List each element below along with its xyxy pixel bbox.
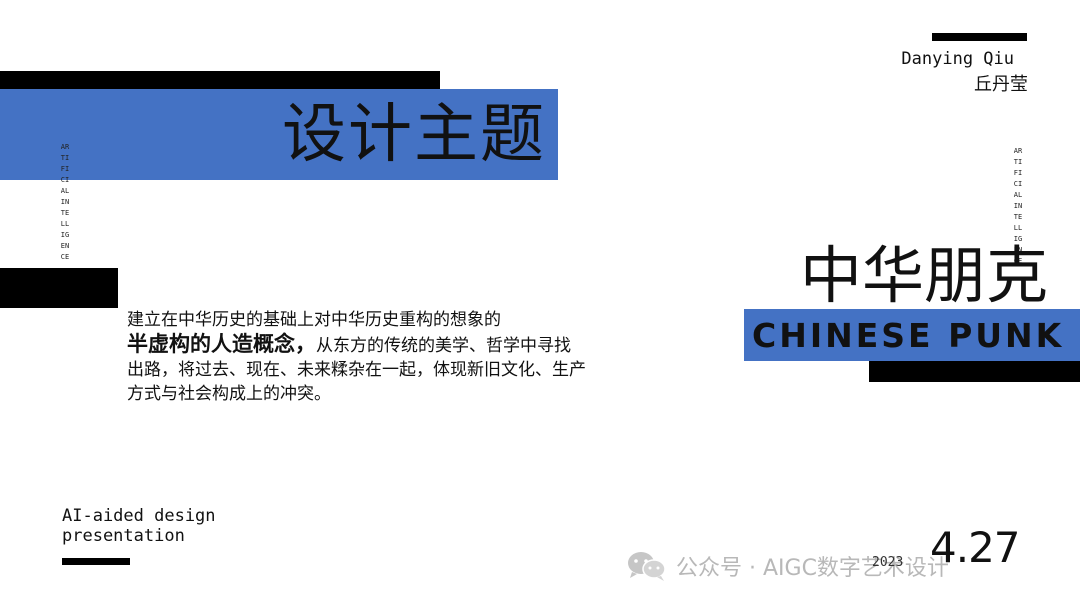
date-label: 4.27 xyxy=(930,523,1021,572)
ai-aided-label: AI-aided design xyxy=(62,506,216,526)
body-line1: 建立在中华历史的基础上对中华历史重构的想象的 xyxy=(127,310,501,330)
presentation-label: presentation xyxy=(62,526,185,546)
author-bar xyxy=(932,33,1027,41)
chinese-punk-title-cn: 中华朋克 xyxy=(800,239,1049,312)
right-black-bar xyxy=(869,361,1080,382)
year-label: 2023 xyxy=(872,555,904,570)
body-bold-phrase: 半虚构的人造概念， xyxy=(127,332,316,356)
author-name-cn: 丘丹莹 xyxy=(974,74,1028,95)
left-black-block xyxy=(0,268,118,308)
author-name-en: Danying Qiu xyxy=(901,49,1014,69)
bottom-left-bar xyxy=(62,558,130,565)
main-title: 设计主题 xyxy=(282,98,546,172)
chinese-punk-title-en: CHINESE PUNK xyxy=(752,316,1065,355)
body-paragraph: 建立在中华历史的基础上对中华历史重构的想象的 半虚构的人造概念，从东方的传统的美学… xyxy=(127,308,587,406)
top-black-bar xyxy=(0,71,440,89)
wechat-icon xyxy=(626,550,668,582)
